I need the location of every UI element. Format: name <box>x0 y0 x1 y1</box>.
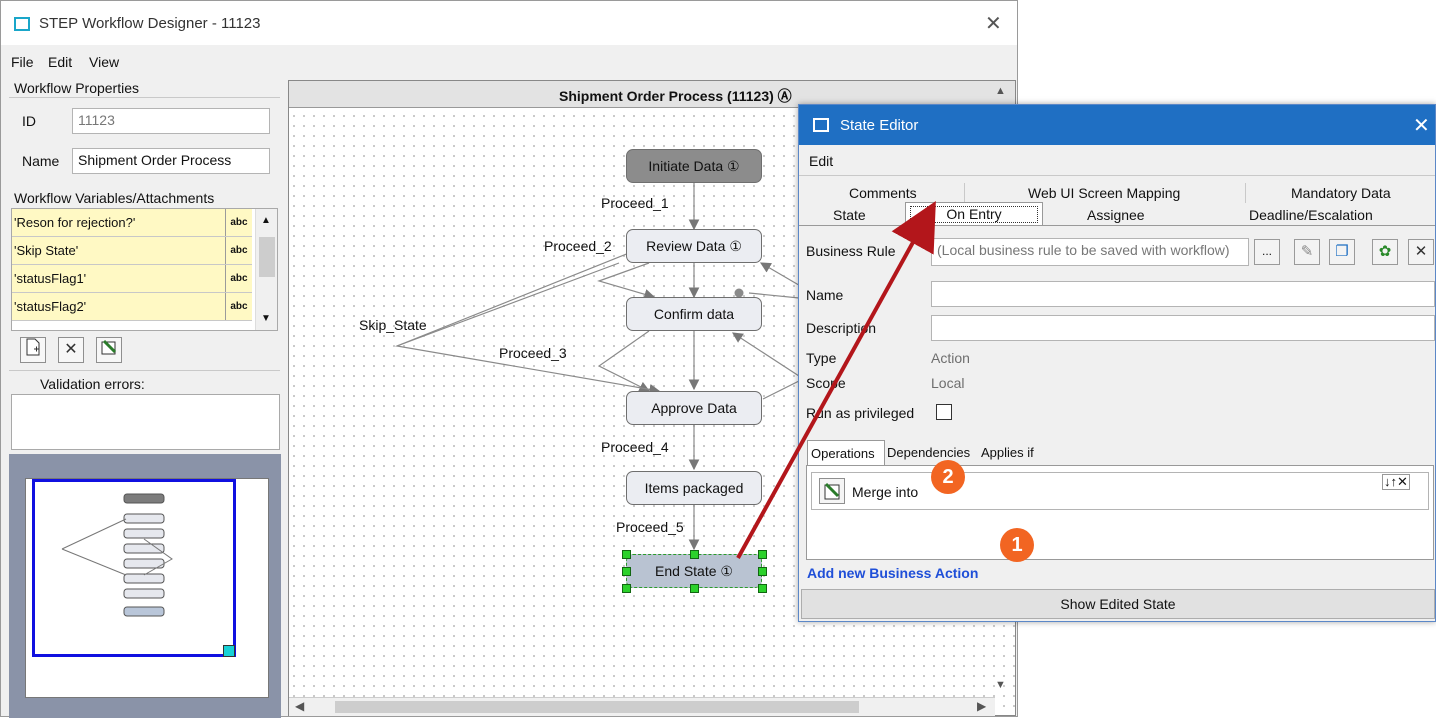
annotation-badge-1: 1 <box>1000 528 1034 562</box>
annotation-arrow <box>736 201 936 559</box>
annotation-badge-2: 2 <box>931 460 965 494</box>
